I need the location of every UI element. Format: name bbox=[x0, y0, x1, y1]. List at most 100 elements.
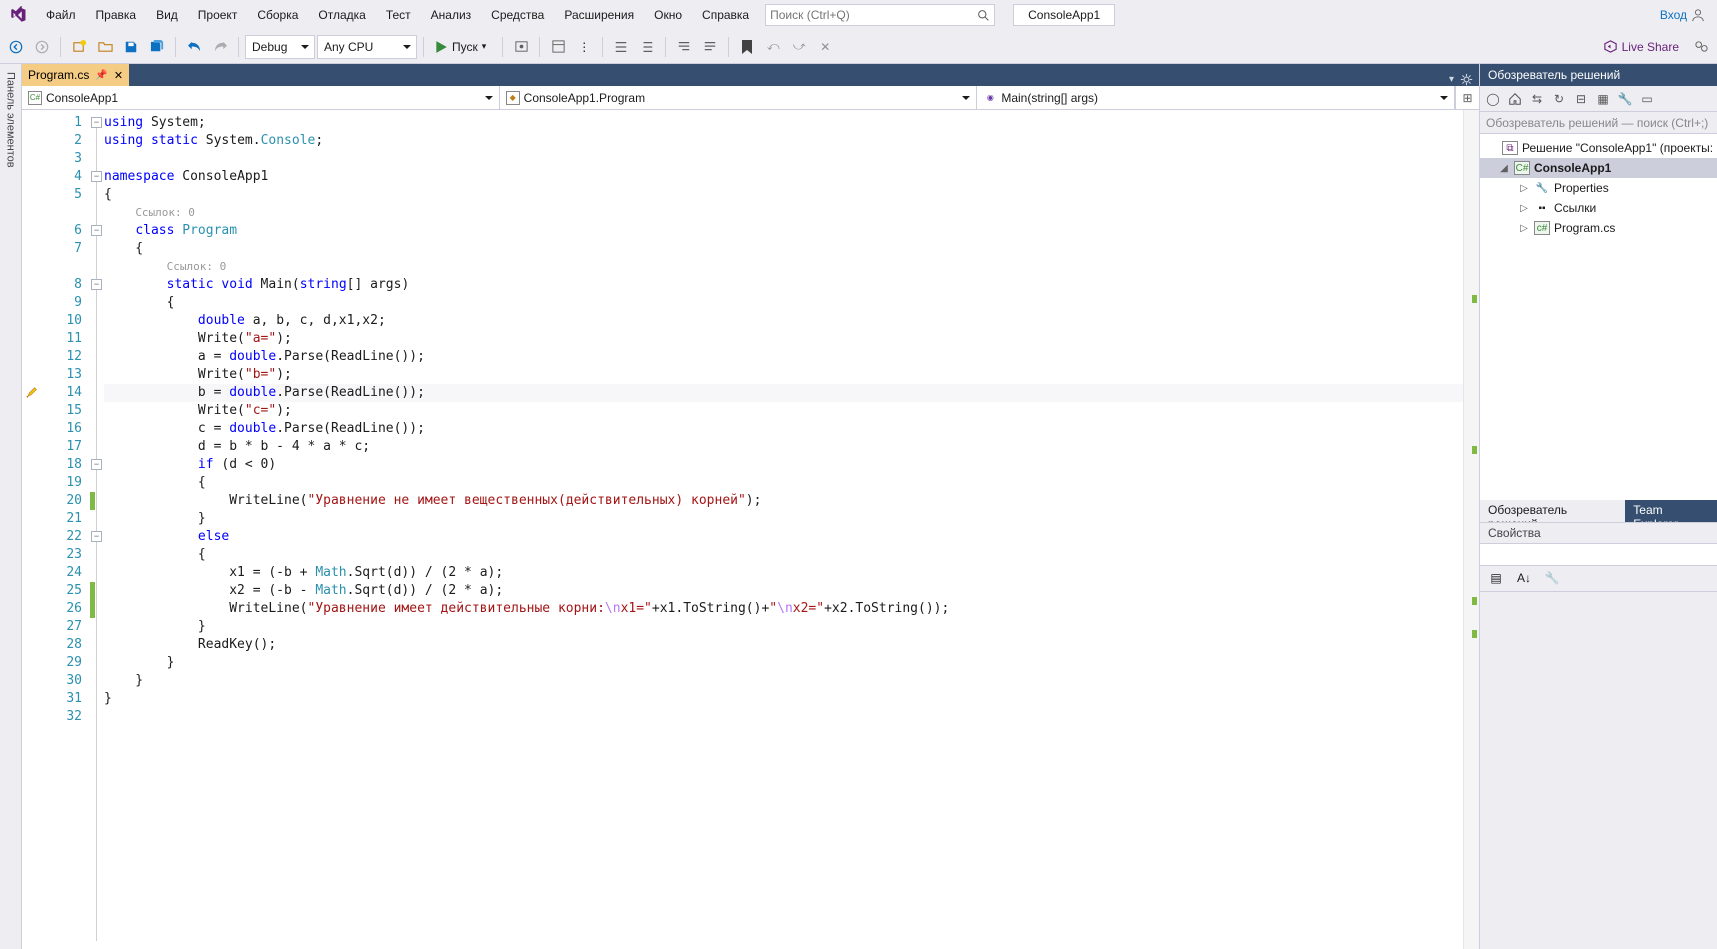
menu-справка[interactable]: Справка bbox=[692, 4, 759, 26]
tree-file-node[interactable]: ▷ c# Program.cs bbox=[1480, 218, 1717, 238]
toolbox-panel-collapsed[interactable]: Панель элементов bbox=[0, 64, 22, 949]
indent-in-button[interactable] bbox=[635, 35, 659, 59]
nav-forward-button[interactable] bbox=[30, 35, 54, 59]
solution-explorer-toolbar: ◯ ⇆ ↻ ⊟ ▦ 🔧 ▭ bbox=[1480, 86, 1717, 112]
menu-расширения[interactable]: Расширения bbox=[554, 4, 644, 26]
menu-анализ[interactable]: Анализ bbox=[421, 4, 482, 26]
fold-toggle[interactable]: − bbox=[91, 459, 102, 470]
expander-icon[interactable]: ▷ bbox=[1518, 203, 1530, 214]
start-debug-button[interactable]: Пуск ▾ bbox=[430, 35, 496, 59]
bookmark-prev-button[interactable]: ⤺ bbox=[761, 35, 785, 59]
nav-back-icon[interactable]: ◯ bbox=[1484, 90, 1502, 108]
menu-средства[interactable]: Средства bbox=[481, 4, 554, 26]
fold-toggle[interactable]: − bbox=[91, 171, 102, 182]
right-panel-tabs: Обозреватель решений Team Explorer bbox=[1480, 500, 1717, 522]
solution-explorer-search[interactable]: Обозреватель решений — поиск (Ctrl+;) bbox=[1480, 112, 1717, 134]
edit-glyph-icon bbox=[25, 386, 39, 400]
open-file-button[interactable] bbox=[93, 35, 117, 59]
refresh-icon[interactable]: ↻ bbox=[1550, 90, 1568, 108]
sign-in-link[interactable]: Вход bbox=[1652, 4, 1713, 26]
tab-solution-explorer[interactable]: Обозреватель решений bbox=[1480, 500, 1625, 522]
menu-правка[interactable]: Правка bbox=[86, 4, 147, 26]
quick-launch-search[interactable] bbox=[765, 4, 995, 26]
fold-toggle[interactable]: − bbox=[91, 279, 102, 290]
bookmark-button[interactable] bbox=[735, 35, 759, 59]
uncomment-button[interactable] bbox=[698, 35, 722, 59]
fold-toggle[interactable]: − bbox=[91, 225, 102, 236]
fold-toggle[interactable]: − bbox=[91, 117, 102, 128]
platform-combo[interactable]: Any CPU bbox=[317, 35, 417, 59]
search-icon bbox=[977, 9, 990, 22]
solution-tree[interactable]: ⧉ Решение "ConsoleApp1" (проекты: ◢ C# C… bbox=[1480, 134, 1717, 500]
tab-team-explorer[interactable]: Team Explorer bbox=[1625, 500, 1717, 522]
tool-b-button[interactable]: ⋮ bbox=[572, 35, 596, 59]
feedback-button[interactable] bbox=[1689, 35, 1713, 59]
menu-окно[interactable]: Окно bbox=[644, 4, 692, 26]
outlining-margin[interactable]: − − − − − − bbox=[90, 110, 104, 949]
home-icon[interactable] bbox=[1506, 90, 1524, 108]
expander-icon[interactable]: ▷ bbox=[1518, 223, 1530, 234]
nav-scope-combo[interactable]: C# ConsoleApp1 bbox=[22, 86, 500, 109]
code-area[interactable]: using System;using static System.Console… bbox=[104, 110, 1463, 949]
alphabetical-icon[interactable]: A↓ bbox=[1512, 566, 1536, 590]
save-all-button[interactable] bbox=[145, 35, 169, 59]
split-editor-button[interactable]: ⊞ bbox=[1455, 86, 1479, 109]
tree-properties-node[interactable]: ▷ 🔧 Properties bbox=[1480, 178, 1717, 198]
solution-icon: ⧉ bbox=[1502, 141, 1518, 155]
tree-project-node[interactable]: ◢ C# ConsoleApp1 bbox=[1480, 158, 1717, 178]
tree-solution-node[interactable]: ⧉ Решение "ConsoleApp1" (проекты: bbox=[1480, 138, 1717, 158]
bookmark-clear-button[interactable]: ✕ bbox=[813, 35, 837, 59]
sync-icon[interactable]: ⇆ bbox=[1528, 90, 1546, 108]
start-label: Пуск bbox=[452, 40, 478, 54]
sign-in-label: Вход bbox=[1660, 8, 1687, 22]
nav-member-combo[interactable]: ◉ Main(string[] args) bbox=[977, 86, 1455, 109]
menu-отладка[interactable]: Отладка bbox=[308, 4, 375, 26]
pin-icon[interactable]: 📌 bbox=[95, 70, 107, 81]
undo-button[interactable] bbox=[182, 35, 206, 59]
menu-вид[interactable]: Вид bbox=[146, 4, 188, 26]
search-input[interactable] bbox=[770, 8, 977, 22]
menu-сборка[interactable]: Сборка bbox=[247, 4, 308, 26]
properties-icon[interactable]: 🔧 bbox=[1616, 90, 1634, 108]
startup-project[interactable]: ConsoleApp1 bbox=[1013, 4, 1115, 26]
show-all-icon[interactable]: ▦ bbox=[1594, 90, 1612, 108]
close-tab-icon[interactable]: ✕ bbox=[114, 69, 123, 82]
prop-wrench-icon[interactable]: 🔧 bbox=[1540, 566, 1564, 590]
expander-icon[interactable]: ▷ bbox=[1518, 183, 1530, 194]
menu-проект[interactable]: Проект bbox=[188, 4, 248, 26]
overview-ruler[interactable] bbox=[1463, 110, 1479, 949]
method-icon: ◉ bbox=[983, 91, 997, 105]
tab-overflow-icon[interactable]: ▾ bbox=[1449, 74, 1454, 85]
nav-scope-label: ConsoleApp1 bbox=[46, 91, 118, 105]
document-tab-strip: Program.cs 📌 ✕ ▾ bbox=[22, 64, 1479, 86]
step-button[interactable] bbox=[509, 35, 533, 59]
file-tab-program[interactable]: Program.cs 📌 ✕ bbox=[22, 64, 129, 86]
new-project-button[interactable] bbox=[67, 35, 91, 59]
nav-back-button[interactable] bbox=[4, 35, 28, 59]
tree-references-node[interactable]: ▷ ▪▪ Ссылки bbox=[1480, 198, 1717, 218]
categorized-icon[interactable]: ▤ bbox=[1484, 566, 1508, 590]
properties-toolbar: ▤ A↓ 🔧 bbox=[1480, 566, 1717, 592]
code-editor[interactable]: 1234567891011121314151617181920212223242… bbox=[22, 110, 1479, 949]
save-button[interactable] bbox=[119, 35, 143, 59]
fold-toggle[interactable]: − bbox=[91, 531, 102, 542]
properties-label: Properties bbox=[1554, 181, 1609, 195]
vs-logo-icon bbox=[4, 1, 32, 29]
comment-button[interactable] bbox=[672, 35, 696, 59]
live-share-button[interactable]: Live Share bbox=[1595, 39, 1687, 54]
indent-out-button[interactable] bbox=[609, 35, 633, 59]
tab-options-icon[interactable] bbox=[1460, 73, 1473, 86]
nav-member-label: Main(string[] args) bbox=[1001, 91, 1098, 105]
menu-тест[interactable]: Тест bbox=[376, 4, 421, 26]
properties-panel-title: Свойства bbox=[1480, 522, 1717, 544]
menu-файл[interactable]: Файл bbox=[36, 4, 86, 26]
expander-icon[interactable]: ◢ bbox=[1498, 163, 1510, 174]
navigation-bar: C# ConsoleApp1 ◆ ConsoleApp1.Program ◉ M… bbox=[22, 86, 1479, 110]
preview-icon[interactable]: ▭ bbox=[1638, 90, 1656, 108]
redo-button[interactable] bbox=[208, 35, 232, 59]
configuration-combo[interactable]: Debug bbox=[245, 35, 315, 59]
bookmark-next-button[interactable]: ⤻ bbox=[787, 35, 811, 59]
collapse-icon[interactable]: ⊟ bbox=[1572, 90, 1590, 108]
tool-a-button[interactable] bbox=[546, 35, 570, 59]
nav-class-combo[interactable]: ◆ ConsoleApp1.Program bbox=[500, 86, 978, 109]
